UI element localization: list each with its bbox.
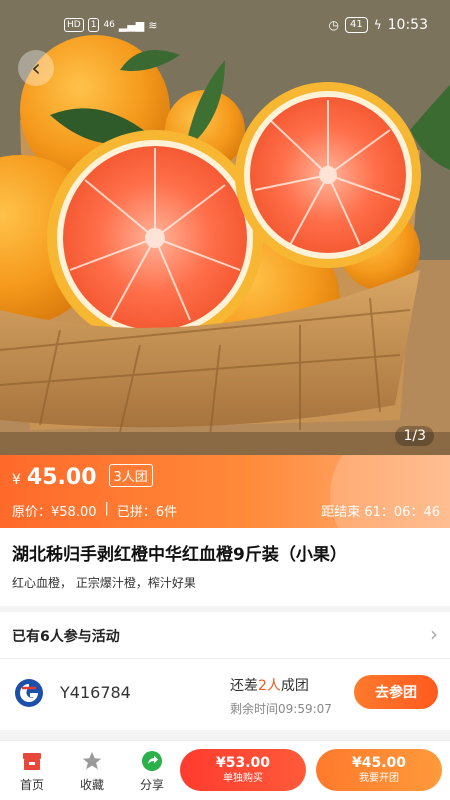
signal-icon: ▂▄▆: [118, 18, 145, 32]
bottom-action-bar: 首页 收藏 分享 ¥53.00 单独购买 ¥45.00 我要开团: [0, 740, 450, 800]
currency-symbol: ¥: [12, 472, 21, 488]
join-group-button[interactable]: 去参团: [354, 675, 438, 709]
group-price: 45.00: [26, 465, 97, 490]
product-photo: [0, 0, 450, 455]
wifi-icon: ≋: [148, 18, 158, 32]
product-info: 湖北秭归手剥红橙中华红血橙9斤装（小果） 红心血橙， 正宗爆汁橙，榨汁好果: [0, 528, 450, 606]
price-separator: |: [104, 501, 109, 516]
back-button[interactable]: ‹: [18, 50, 54, 86]
buy-alone-label: 单独购买: [223, 773, 263, 784]
status-indicators: HD 1 46 ▂▄▆ ≋: [64, 18, 158, 32]
battery-indicator: 41: [344, 17, 368, 33]
hd-indicator: HD: [64, 18, 84, 32]
start-group-button[interactable]: ¥45.00 我要开团: [316, 749, 442, 791]
group-price-row: ¥ 45.00 3人团: [12, 464, 153, 490]
image-counter: 1/3: [395, 426, 434, 446]
product-title: 湖北秭归手剥红橙中华红血橙9斤装（小果）: [12, 545, 347, 565]
group-size-badge: 3人团: [108, 464, 153, 487]
tab-favorite[interactable]: 收藏: [72, 749, 112, 793]
tab-home[interactable]: 首页: [12, 749, 52, 793]
buy-alone-button[interactable]: ¥53.00 单独购买: [180, 749, 306, 791]
tab-favorite-label: 收藏: [79, 778, 104, 792]
status-bar: HD 1 46 ▂▄▆ ≋ ◷ 41 ϟ 10:53: [0, 0, 450, 52]
countdown-timer: 距结束 61：06：46: [321, 505, 440, 520]
original-price: 原价：¥58.00: [12, 505, 97, 520]
star-icon: [80, 749, 104, 773]
start-group-label: 我要开团: [359, 773, 399, 784]
group-member-id: Y416784: [60, 683, 131, 702]
shop-icon: [20, 749, 44, 773]
chevron-right-icon[interactable]: ›: [430, 622, 438, 646]
avatar: [15, 679, 43, 707]
members-needed: 还差2人成团: [230, 675, 309, 695]
remaining-time: 剩余时间09:59:07: [230, 702, 332, 716]
sim-indicator: 1: [87, 18, 100, 32]
buy-alone-price: ¥53.00: [215, 755, 271, 771]
alarm-icon: ◷: [328, 18, 339, 32]
network-indicator: 46: [103, 20, 115, 30]
group-activity-header[interactable]: 已有6人参与活动: [12, 626, 120, 646]
product-subtitle: 红心血橙， 正宗爆汁橙，榨汁好果: [12, 576, 196, 590]
start-group-price: ¥45.00: [351, 755, 407, 771]
sold-count: 已拼：6件: [116, 505, 178, 520]
tab-share[interactable]: 分享: [132, 749, 172, 793]
divider: [0, 658, 450, 659]
share-icon: [140, 749, 164, 773]
members-needed-prefix: 还差: [230, 678, 258, 694]
product-image-gallery[interactable]: HD 1 46 ▂▄▆ ≋ ◷ 41 ϟ 10:53 ‹ 1/3: [0, 0, 450, 455]
clock: 10:53: [387, 17, 428, 33]
price-details: 原价：¥58.00 | 已拼：6件: [12, 501, 177, 520]
price-band: ¥ 45.00 3人团 原价：¥58.00 | 已拼：6件 距结束 61：06：…: [0, 455, 450, 528]
status-right: ◷ 41 ϟ 10:53: [328, 17, 428, 33]
members-needed-count: 2人: [258, 678, 281, 694]
group-activity-section: 已有6人参与活动 › Y416784 还差2人成团 剩余时间09:59:07 去…: [0, 612, 450, 730]
charging-icon: ϟ: [373, 18, 382, 32]
members-needed-suffix: 成团: [280, 678, 309, 694]
tab-share-label: 分享: [139, 778, 164, 792]
tab-home-label: 首页: [19, 778, 44, 792]
chevron-left-icon: ‹: [31, 54, 41, 82]
